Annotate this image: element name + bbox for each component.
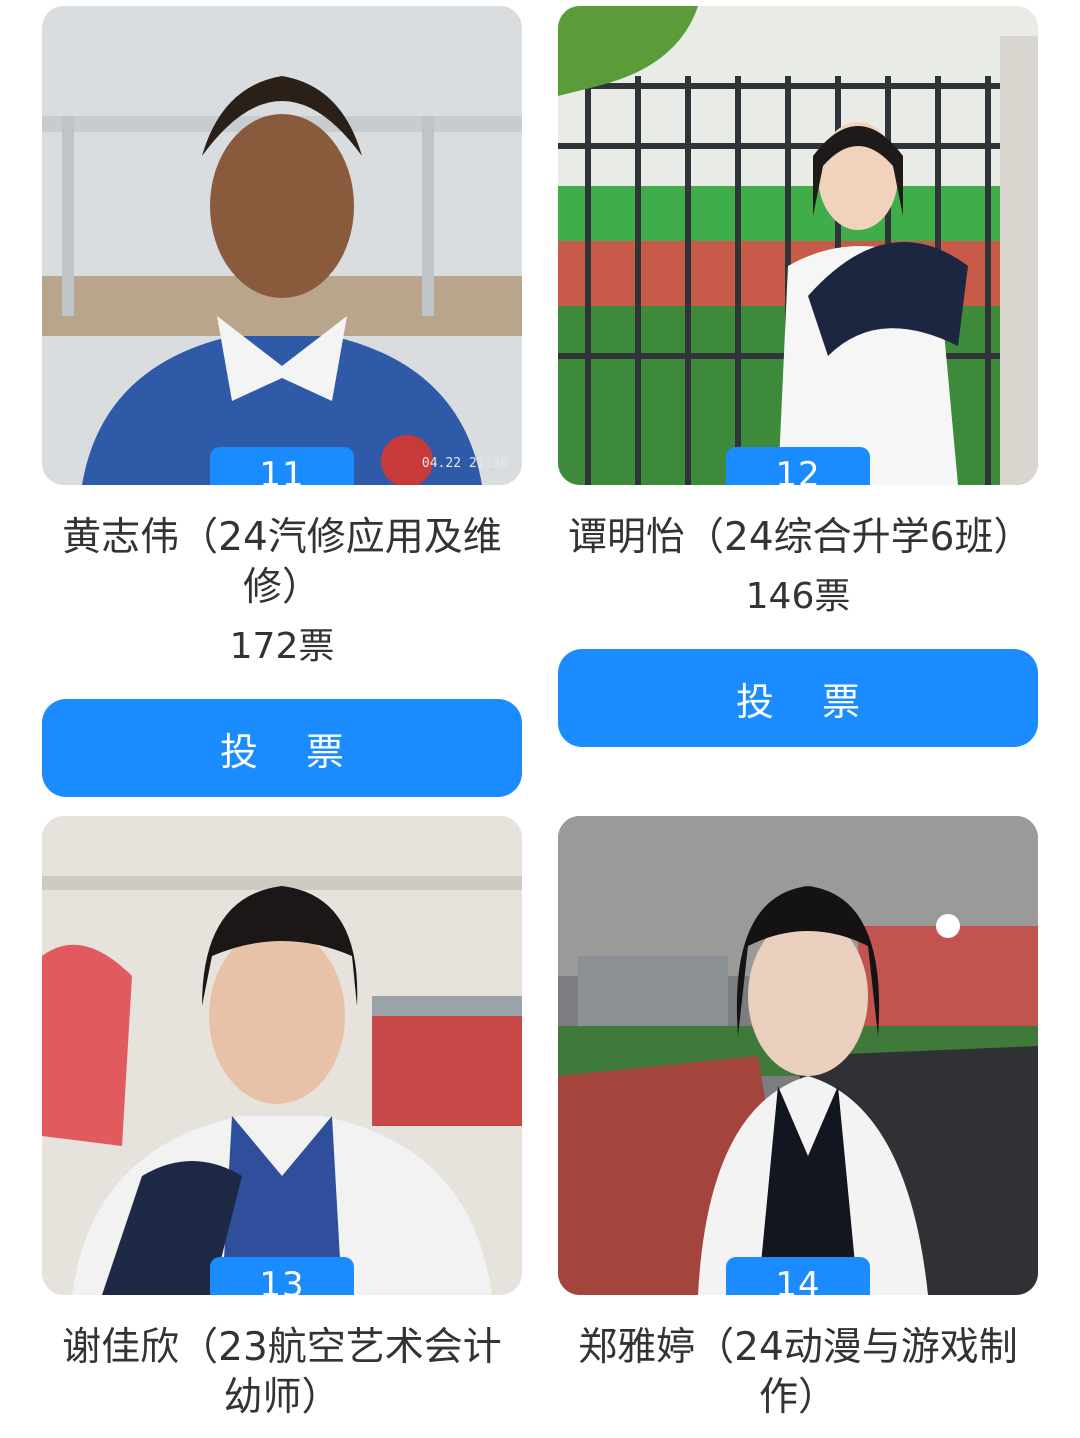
candidate-number-badge: 12: [726, 447, 870, 485]
candidate-card: 14 郑雅婷（24动漫与游戏制作）: [558, 816, 1038, 1423]
candidate-vote-count: 172票: [229, 626, 335, 667]
candidate-number-badge: 11: [210, 447, 354, 485]
candidate-number-badge: 14: [726, 1257, 870, 1295]
candidate-number-badge: 13: [210, 1257, 354, 1295]
candidate-name: 谢佳欣（23航空艺术会计幼师）: [62, 1325, 502, 1420]
vote-button[interactable]: 投 票: [42, 699, 522, 797]
photo-timestamp: 04.22 21:30: [421, 456, 508, 471]
candidate-name: 郑雅婷（24动漫与游戏制作）: [578, 1325, 1018, 1420]
candidate-photo[interactable]: 04.22 21:30 11: [42, 6, 522, 485]
vote-button[interactable]: 投 票: [558, 649, 1038, 747]
candidate-grid: 04.22 21:30 11 黄志伟（24汽修应用及维修） 172票 投 票 1…: [0, 0, 1080, 1438]
photo-image: [558, 6, 1038, 485]
candidate-card: 12 谭明怡（24综合升学6班） 146票 投 票: [558, 6, 1038, 747]
candidate-photo[interactable]: 14: [558, 816, 1038, 1295]
candidate-card: 13 谢佳欣（23航空艺术会计幼师）: [42, 816, 522, 1423]
candidate-name: 黄志伟（24汽修应用及维修）: [62, 515, 502, 610]
candidate-card: 04.22 21:30 11 黄志伟（24汽修应用及维修） 172票 投 票: [42, 6, 522, 797]
candidate-photo[interactable]: 12: [558, 6, 1038, 485]
candidate-photo[interactable]: 13: [42, 816, 522, 1295]
candidate-vote-count: 146票: [745, 576, 851, 617]
photo-image: [42, 6, 522, 485]
candidate-name: 谭明怡（24综合升学6班）: [568, 515, 1033, 560]
photo-image: [558, 816, 1038, 1295]
photo-image: [42, 816, 522, 1295]
